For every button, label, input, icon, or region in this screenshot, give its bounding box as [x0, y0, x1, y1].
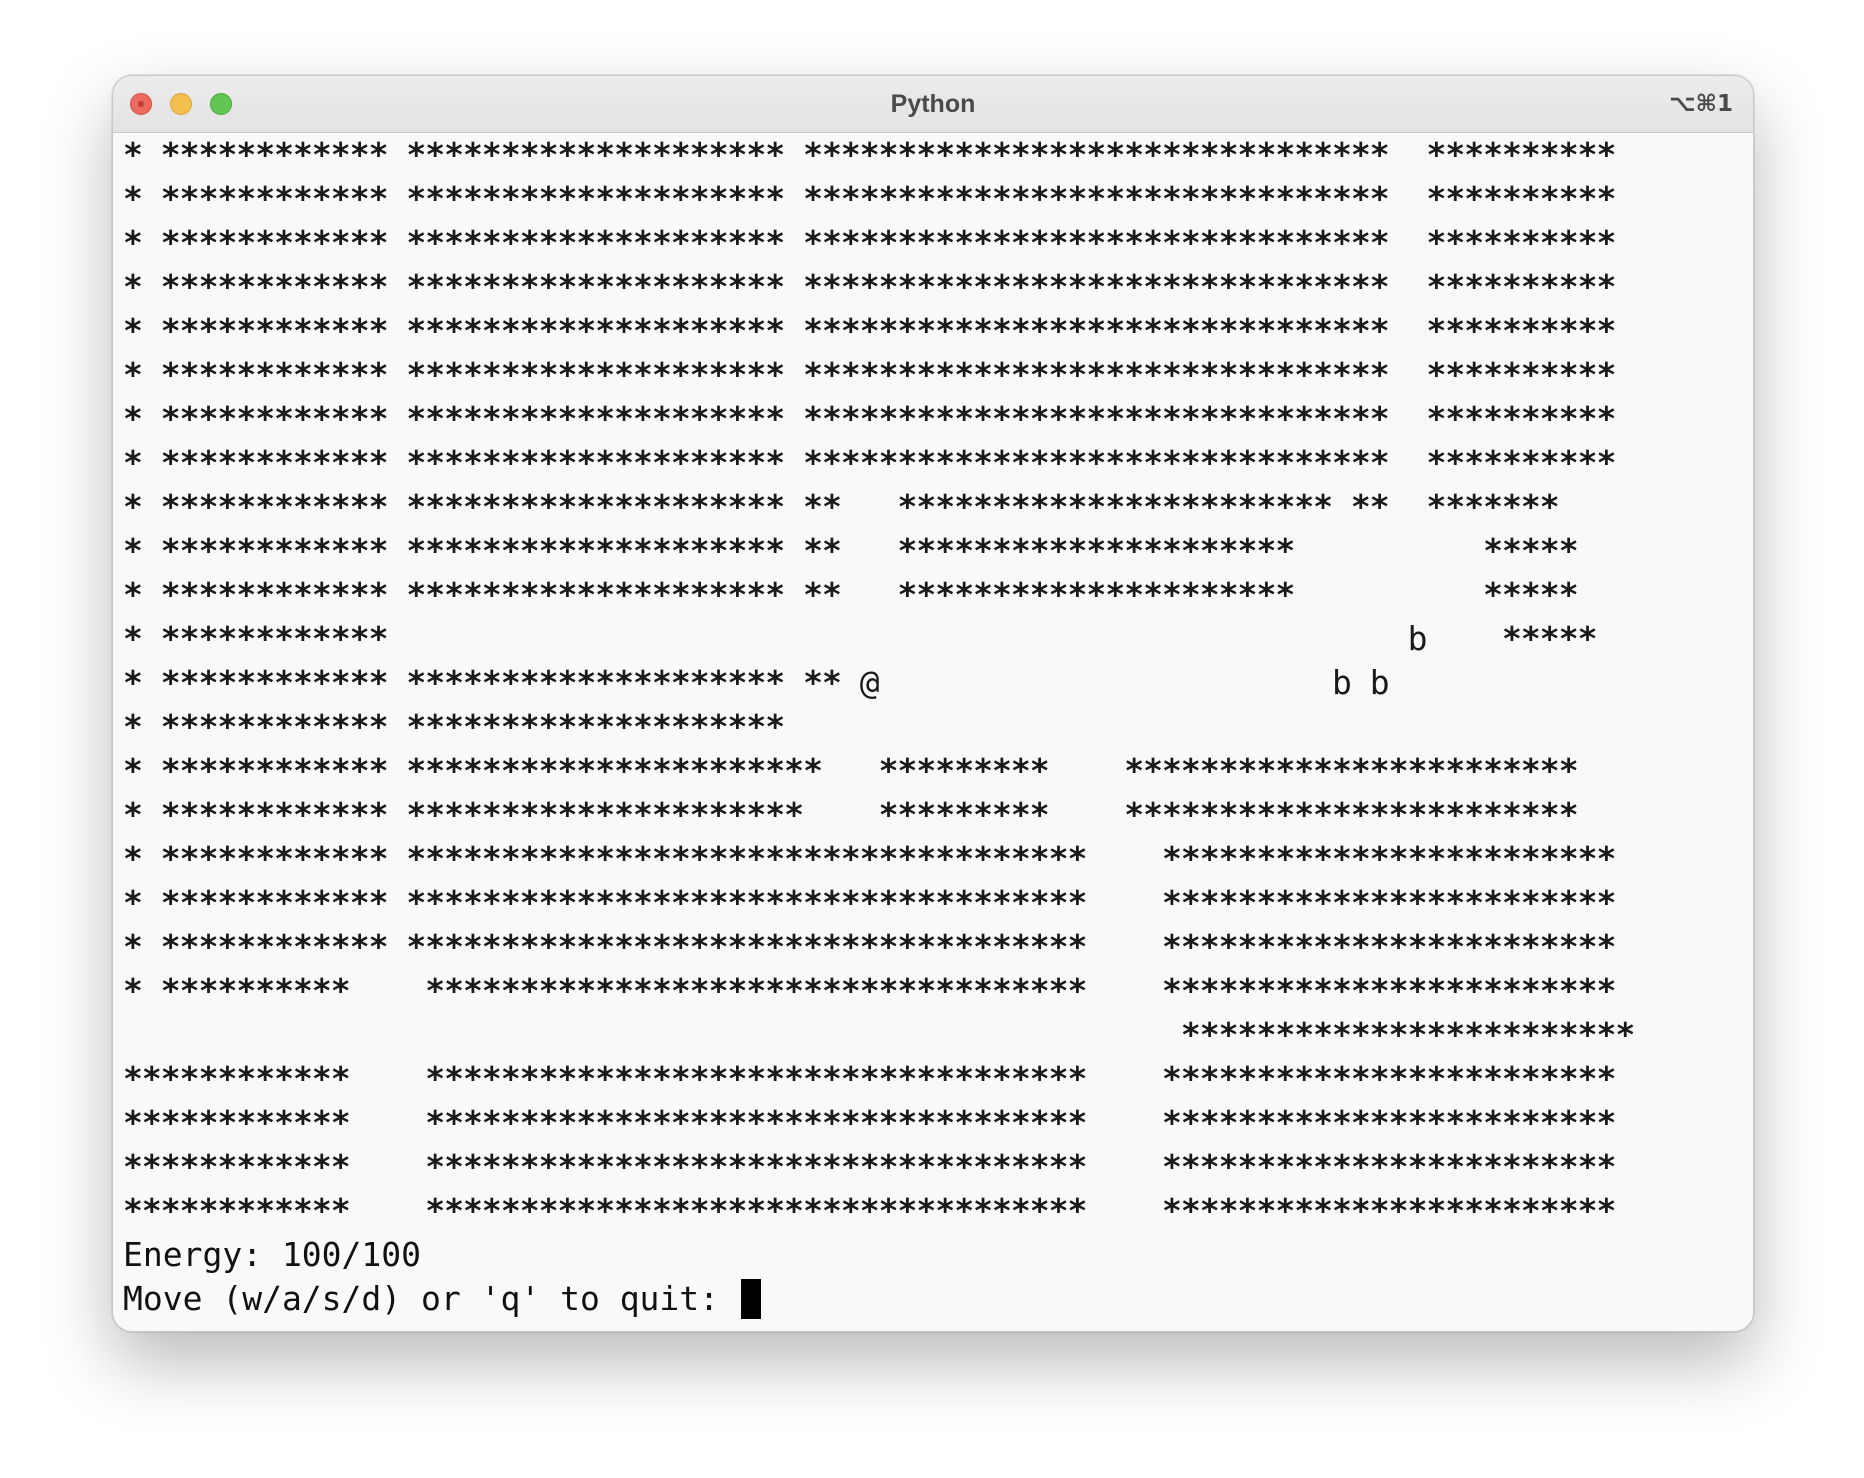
map-row: * ************ ********************** **…: [123, 751, 1579, 790]
map-row: * ********** ***************************…: [123, 971, 1616, 1010]
map-row: * ************ ******************** ****…: [123, 355, 1616, 394]
input-prompt: Move (w/a/s/d) or 'q' to quit:: [123, 1279, 739, 1318]
map-row: * ************ ******************** ****…: [123, 223, 1616, 262]
title-bar[interactable]: Python ⌥⌘1: [113, 76, 1753, 133]
map-row: * ************ b *****: [123, 619, 1597, 658]
map-row: * ************ ******************** ****…: [123, 311, 1616, 350]
map-row: * ************ ******************** ** *…: [123, 487, 1560, 526]
game-map: * ************ ******************** ****…: [123, 133, 1743, 1233]
window-title: Python: [890, 90, 976, 118]
map-row: * ************ ********************* ***…: [123, 795, 1579, 834]
map-row: * ************ *************************…: [123, 883, 1616, 922]
player-marker: @: [859, 663, 880, 702]
bot-marker: b: [1332, 663, 1352, 702]
bot-marker: b: [1407, 619, 1428, 658]
map-row: * ************ ********************: [123, 707, 785, 746]
map-row: ************ ***************************…: [123, 1191, 1616, 1230]
map-row: * ************ ******************** ** *…: [123, 575, 1579, 614]
input-prompt-line[interactable]: Move (w/a/s/d) or 'q' to quit:: [123, 1277, 1743, 1321]
map-row: ************ ***************************…: [123, 1059, 1616, 1098]
map-row: * ************ ******************** ** @…: [123, 663, 1390, 702]
map-row: * ************ ******************** ** *…: [123, 531, 1579, 570]
map-row: * ************ ******************** ****…: [123, 267, 1616, 306]
map-row: ************ ***************************…: [123, 1147, 1616, 1186]
window-shortcut: ⌥⌘1: [1669, 91, 1733, 117]
map-row: * ************ *************************…: [123, 927, 1616, 966]
map-row: * ************ ******************** ****…: [123, 135, 1616, 174]
map-row: * ************ ******************** ****…: [123, 443, 1616, 482]
map-row: * ************ *************************…: [123, 839, 1616, 878]
bot-marker: b: [1369, 663, 1390, 702]
map-row: * ************ ******************** ****…: [123, 399, 1616, 438]
terminal-output[interactable]: * ************ ******************** ****…: [123, 133, 1743, 1331]
terminal-window: Python ⌥⌘1 * ************ **************…: [112, 75, 1754, 1332]
map-row: * ************ ******************** ****…: [123, 179, 1616, 218]
map-row: ************ ***************************…: [123, 1103, 1616, 1142]
energy-status: Energy: 100/100: [123, 1235, 422, 1274]
map-row: ************************: [1180, 1015, 1635, 1054]
text-cursor: [740, 1279, 761, 1319]
